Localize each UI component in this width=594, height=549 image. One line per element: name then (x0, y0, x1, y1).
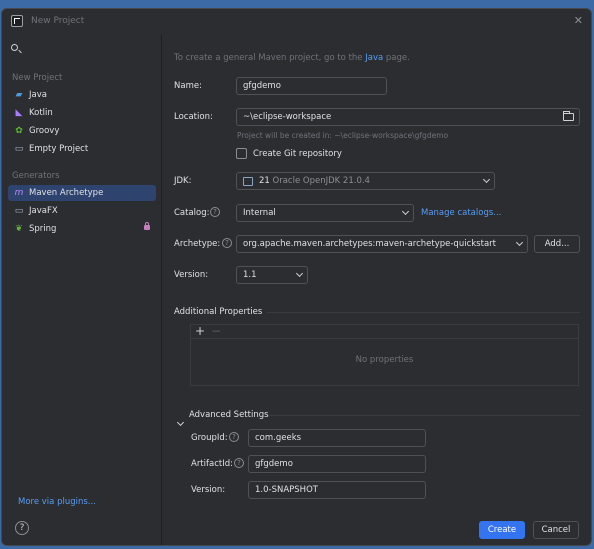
advanced-version-label: Version: (191, 485, 226, 495)
dialog-footer: Create Cancel (163, 513, 591, 545)
version-value: 1.1 (243, 270, 257, 280)
catalog-help-icon[interactable]: ? (210, 207, 220, 217)
spring-icon: ❦ (15, 224, 23, 234)
help-icon[interactable]: ? (15, 521, 29, 535)
catalog-value: Internal (243, 208, 276, 218)
properties-toolbar: + − (191, 324, 578, 339)
archetype-label: Archetype: (174, 239, 221, 249)
chevron-down-icon (295, 269, 304, 278)
groupid-help-icon[interactable]: ? (229, 432, 239, 442)
sidebar-item-spring[interactable]: ❦ Spring (8, 221, 156, 237)
artifactid-field[interactable]: gfgdemo (248, 455, 426, 473)
sidebar-item-label: Java (29, 90, 47, 100)
sidebar-item-maven-archetype[interactable]: m Maven Archetype (8, 185, 156, 201)
chevron-down-icon (515, 238, 524, 247)
jdk-dropdown[interactable]: 21 Oracle OpenJDK 21.0.4 (236, 172, 495, 190)
sidebar-item-kotlin[interactable]: ◣ Kotlin (8, 105, 156, 121)
no-properties-text: No properties (355, 355, 414, 365)
generators-section-label: Generators (12, 171, 60, 181)
search-icon (11, 44, 18, 51)
sidebar-item-groovy[interactable]: ✿ Groovy (8, 123, 156, 139)
sidebar-item-empty-project[interactable]: ▭ Empty Project (8, 141, 156, 157)
intro-suffix: page. (383, 53, 410, 63)
main-panel: To create a general Maven project, go to… (163, 35, 591, 513)
sidebar-search[interactable] (9, 42, 159, 58)
sidebar: New Project ▰ Java ◣ Kotlin ✿ Groovy ▭ E… (2, 35, 162, 545)
additional-properties-separator (267, 312, 580, 313)
advanced-settings-chevron-icon[interactable] (176, 418, 185, 427)
intro-text: To create a general Maven project, go to… (174, 53, 410, 63)
artifactid-label: ArtifactId: (191, 459, 233, 469)
version-label: Version: (174, 270, 209, 280)
kotlin-icon: ◣ (15, 108, 23, 118)
chevron-down-icon (401, 207, 410, 216)
version-dropdown[interactable]: 1.1 (236, 266, 308, 284)
cancel-button[interactable]: Cancel (533, 521, 579, 539)
more-via-plugins-link[interactable]: More via plugins... (18, 497, 96, 507)
sidebar-item-javafx[interactable]: ▭ JavaFX (8, 203, 156, 219)
archetype-dropdown[interactable]: org.apache.maven.archetypes:maven-archet… (236, 235, 528, 253)
groovy-icon: ✿ (15, 126, 23, 136)
archetype-value: org.apache.maven.archetypes:maven-archet… (243, 239, 496, 249)
lock-icon (144, 222, 150, 230)
create-git-repository-label: Create Git repository (253, 149, 342, 159)
add-property-icon[interactable]: + (195, 324, 205, 338)
name-label: Name: (174, 81, 202, 91)
advanced-version-field[interactable]: 1.0-SNAPSHOT (248, 481, 426, 499)
sidebar-item-label: Empty Project (29, 144, 89, 154)
jdk-name: Oracle OpenJDK 21.0.4 (272, 176, 370, 186)
archetype-help-icon[interactable]: ? (222, 238, 232, 248)
javafx-icon: ▭ (14, 206, 24, 216)
close-icon[interactable]: ✕ (574, 14, 583, 27)
sidebar-item-label: Kotlin (29, 108, 53, 118)
create-git-repository-checkbox[interactable] (236, 148, 247, 159)
catalog-label: Catalog: (174, 208, 210, 218)
sidebar-item-label: Maven Archetype (29, 188, 104, 198)
groupid-label: GroupId: (191, 433, 228, 443)
intellij-app-icon (11, 15, 23, 27)
jdk-folder-icon (243, 177, 253, 186)
jdk-version: 21 (259, 176, 270, 186)
new-project-dialog: New Project ✕ New Project ▰ Java ◣ Kotli… (1, 8, 592, 546)
java-folder-icon: ▰ (15, 90, 23, 100)
title-bar: New Project ✕ (2, 9, 591, 35)
artifactid-help-icon[interactable]: ? (234, 458, 244, 468)
new-project-section-label: New Project (12, 73, 63, 83)
catalog-dropdown[interactable]: Internal (236, 204, 414, 222)
java-page-link[interactable]: Java (365, 53, 383, 63)
properties-table: + − No properties (190, 324, 579, 386)
empty-project-icon: ▭ (14, 144, 24, 154)
location-field[interactable]: ~\eclipse-workspace (236, 108, 580, 126)
sidebar-item-label: Spring (29, 224, 57, 234)
sidebar-item-java[interactable]: ▰ Java (8, 87, 156, 103)
remove-property-icon[interactable]: − (211, 324, 221, 338)
maven-icon: m (14, 188, 24, 198)
window-title: New Project (31, 16, 85, 26)
location-hint: Project will be created in: ~\eclipse-wo… (237, 131, 449, 140)
additional-properties-label: Additional Properties (174, 307, 263, 317)
groupid-field[interactable]: com.geeks (248, 429, 426, 447)
jdk-label: JDK: (174, 176, 192, 186)
manage-catalogs-link[interactable]: Manage catalogs... (421, 208, 501, 218)
chevron-down-icon (482, 175, 491, 184)
intro-prefix: To create a general Maven project, go to… (174, 53, 366, 63)
advanced-settings-separator (269, 415, 580, 416)
sidebar-item-label: JavaFX (29, 206, 58, 216)
add-archetype-button[interactable]: Add... (534, 235, 580, 253)
browse-folder-icon[interactable] (563, 111, 574, 121)
name-field[interactable]: gfgdemo (236, 77, 387, 95)
location-label: Location: (174, 112, 213, 122)
location-value: ~\eclipse-workspace (243, 112, 332, 122)
advanced-settings-label[interactable]: Advanced Settings (189, 410, 269, 420)
sidebar-item-label: Groovy (29, 126, 60, 136)
create-button[interactable]: Create (479, 521, 525, 539)
